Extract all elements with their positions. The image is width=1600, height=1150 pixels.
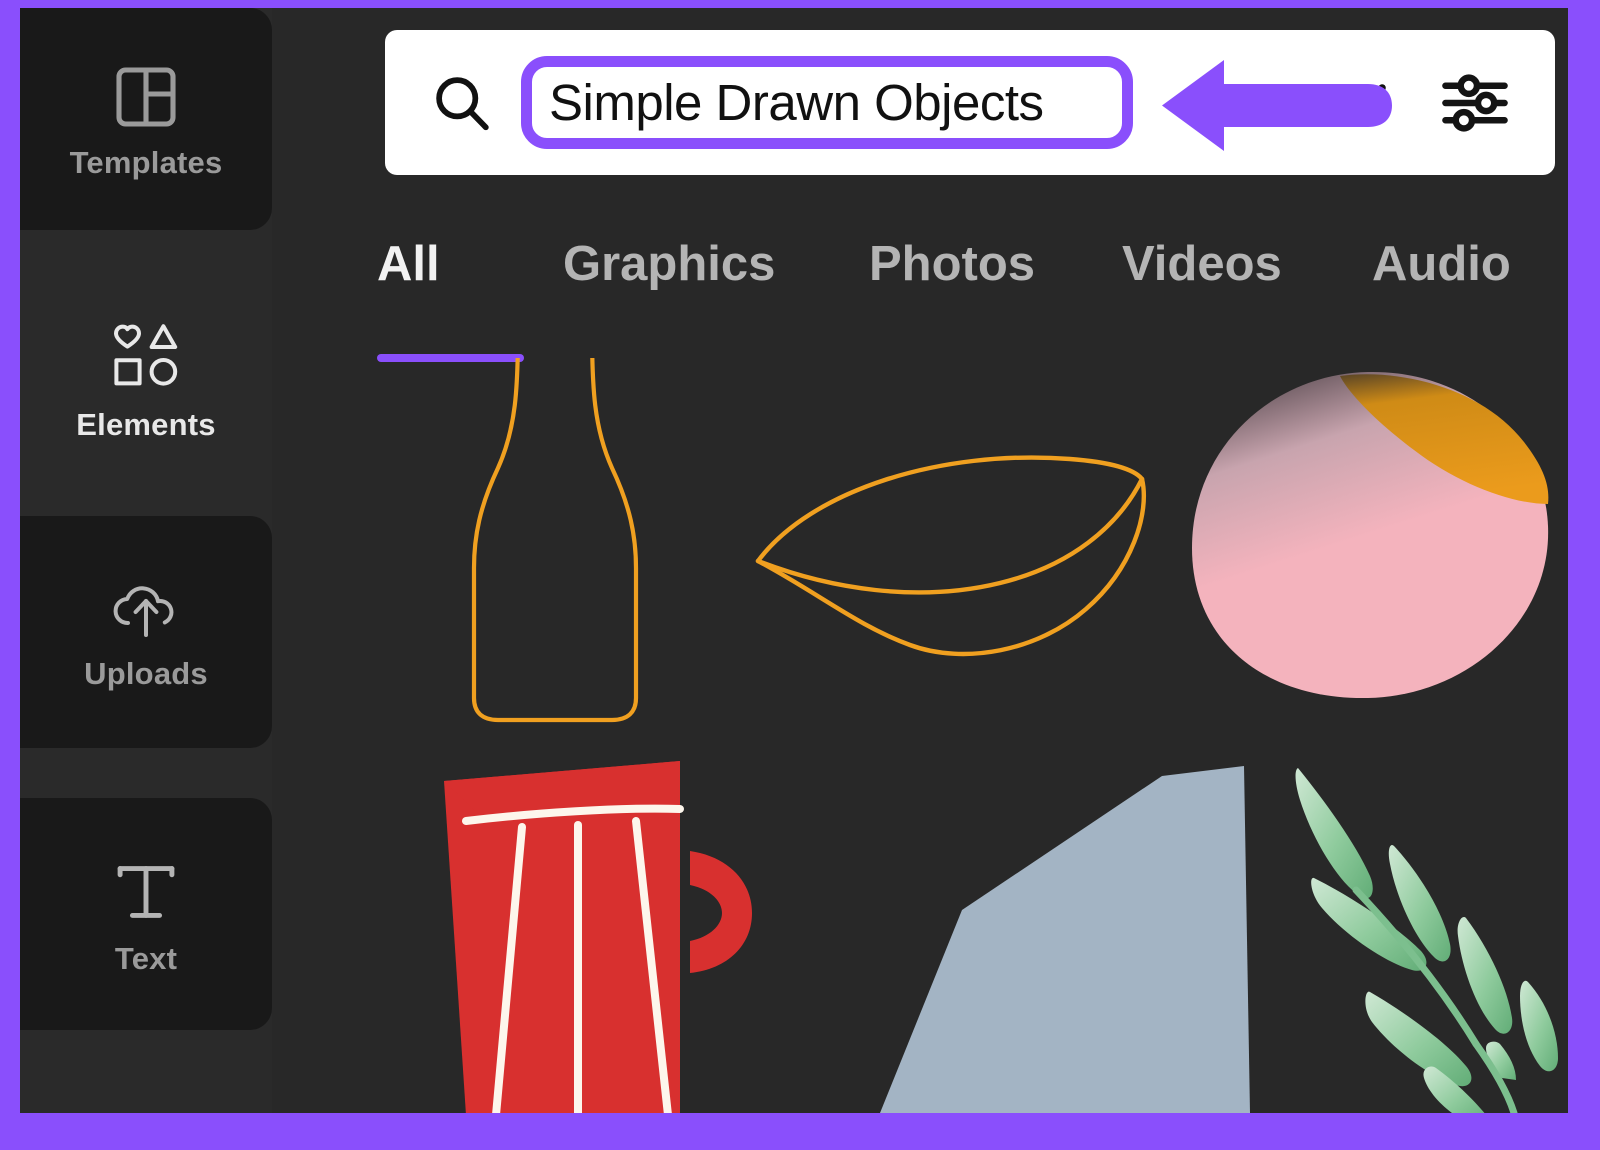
green-leaf-branch-graphic[interactable]	[1252, 738, 1568, 1113]
sidebar-item-uploads-label: Uploads	[84, 655, 208, 691]
close-x-icon[interactable]	[1335, 71, 1399, 135]
canva-editor-window: Templates Elements Uploads Text Simple D…	[20, 8, 1568, 1113]
sidebar-item-text[interactable]: Text	[20, 798, 272, 1030]
bottle-outline-graphic[interactable]	[430, 358, 680, 728]
filter-sliders-icon[interactable]	[1437, 65, 1513, 141]
tab-photos[interactable]: Photos	[869, 240, 1035, 289]
sidebar-item-elements-label: Elements	[76, 407, 216, 442]
sidebar-item-elements[interactable]: Elements	[20, 260, 272, 495]
sidebar-item-uploads[interactable]: Uploads	[20, 516, 272, 748]
search-input[interactable]: Simple Drawn Objects	[521, 56, 1133, 149]
sidebar-item-templates-label: Templates	[69, 144, 223, 180]
tab-audio[interactable]: Audio	[1372, 240, 1511, 289]
blue-polygon-graphic[interactable]	[852, 738, 1272, 1113]
tab-videos[interactable]: Videos	[1122, 240, 1282, 289]
shapes-icon	[106, 315, 186, 395]
red-pitcher-graphic[interactable]	[422, 743, 772, 1113]
sidebar-item-templates[interactable]: Templates	[20, 8, 272, 230]
category-tabs: All Graphics Photos Videos Audio	[377, 240, 1567, 352]
peach-blob-graphic[interactable]	[1152, 358, 1568, 703]
cloud-upload-icon	[106, 576, 186, 644]
text-t-icon	[109, 855, 183, 929]
annotation-frame: Templates Elements Uploads Text Simple D…	[0, 0, 1600, 1150]
search-icon[interactable]	[427, 68, 497, 138]
search-bar: Simple Drawn Objects	[385, 30, 1555, 175]
search-results-grid	[272, 358, 1568, 1113]
tab-graphics[interactable]: Graphics	[563, 240, 775, 289]
left-sidebar: Templates Elements Uploads Text	[20, 8, 272, 1113]
elements-panel: Simple Drawn Objects All Graphics Photos…	[272, 8, 1568, 1113]
tab-all[interactable]: All	[377, 240, 440, 289]
search-input-value: Simple Drawn Objects	[549, 74, 1044, 131]
bowl-outline-graphic[interactable]	[750, 453, 1150, 668]
sidebar-item-text-label: Text	[114, 940, 178, 976]
templates-layout-icon	[110, 61, 182, 133]
